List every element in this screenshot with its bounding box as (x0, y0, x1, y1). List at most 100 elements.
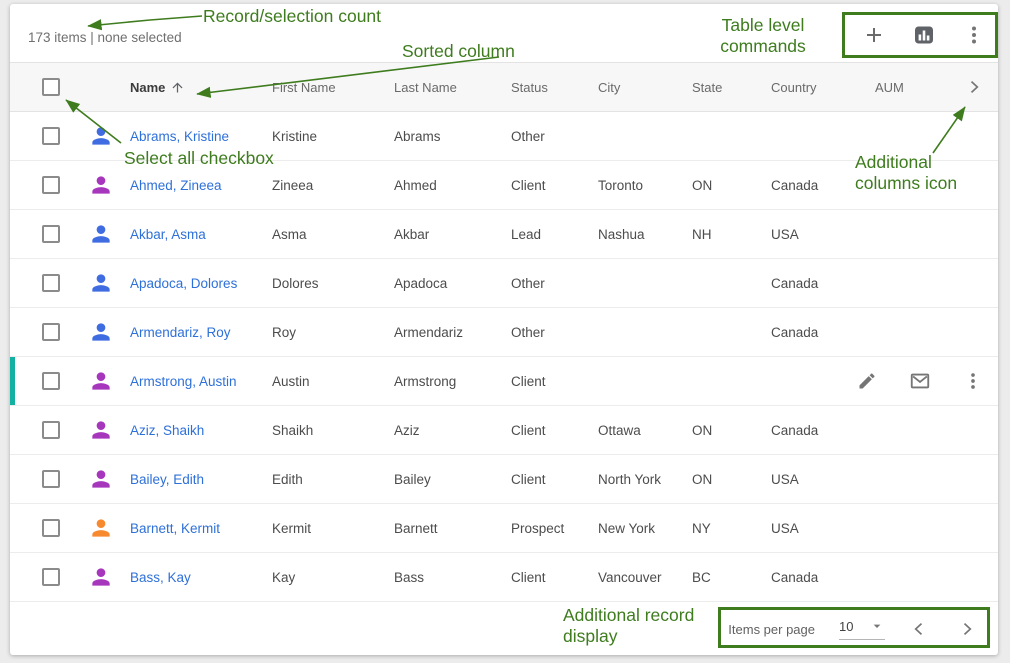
person-avatar-icon (88, 368, 114, 394)
cell-status: Client (511, 374, 598, 389)
row-checkbox[interactable] (42, 274, 60, 292)
column-header-aum[interactable]: AUM (875, 80, 962, 95)
cell-country: Canada (771, 325, 875, 340)
sort-ascending-icon (170, 80, 185, 95)
table-row[interactable]: Aziz, Shaikh Shaikh Aziz Client Ottawa O… (10, 406, 998, 455)
column-header-city[interactable]: City (598, 80, 692, 95)
table-row[interactable]: Armendariz, Roy Roy Armendariz Other Can… (10, 308, 998, 357)
cell-country: Canada (771, 570, 875, 585)
cell-country: USA (771, 227, 875, 242)
column-header-state[interactable]: State (692, 80, 771, 95)
more-vert-icon[interactable] (962, 23, 986, 47)
table-level-commands (862, 23, 986, 47)
previous-page-button[interactable] (907, 617, 931, 641)
cell-city: New York (598, 521, 692, 536)
cell-first-name: Shaikh (272, 423, 394, 438)
cell-first-name: Edith (272, 472, 394, 487)
person-avatar-icon (88, 515, 114, 541)
bar-chart-icon[interactable] (912, 23, 936, 47)
row-checkbox[interactable] (42, 127, 60, 145)
cell-city: Ottawa (598, 423, 692, 438)
contact-name-link[interactable]: Ahmed, Zineea (130, 178, 272, 193)
row-checkbox[interactable] (42, 225, 60, 243)
select-all-checkbox[interactable] (42, 78, 60, 96)
person-avatar-icon (88, 123, 114, 149)
add-icon[interactable] (862, 23, 886, 47)
cell-last-name: Armstrong (394, 374, 511, 389)
cell-status: Other (511, 276, 598, 291)
cell-status: Client (511, 423, 598, 438)
contact-name-link[interactable]: Apadoca, Dolores (130, 276, 272, 291)
row-checkbox[interactable] (42, 519, 60, 537)
row-checkbox[interactable] (42, 323, 60, 341)
cell-state: ON (692, 178, 771, 193)
contact-name-link[interactable]: Aziz, Shaikh (130, 423, 272, 438)
cell-status: Prospect (511, 521, 598, 536)
cell-last-name: Abrams (394, 129, 511, 144)
table-row[interactable]: Bailey, Edith Edith Bailey Client North … (10, 455, 998, 504)
additional-columns-chevron-icon[interactable] (962, 75, 998, 99)
row-checkbox[interactable] (42, 176, 60, 194)
cell-first-name: Austin (272, 374, 394, 389)
cell-state: NH (692, 227, 771, 242)
person-avatar-icon (88, 417, 114, 443)
annotation-table-commands: Table level commands (718, 15, 808, 57)
row-checkbox[interactable] (42, 421, 60, 439)
cell-country: Canada (771, 423, 875, 438)
cell-status: Client (511, 178, 598, 193)
cell-country: USA (771, 472, 875, 487)
table-row-selected[interactable]: Armstrong, Austin Austin Armstrong Clien… (10, 357, 998, 406)
column-header-first-name[interactable]: First Name (272, 80, 394, 95)
mail-icon[interactable] (908, 369, 932, 393)
selected-row-accent-bar (10, 357, 15, 405)
person-avatar-icon (88, 466, 114, 492)
cell-status: Other (511, 325, 598, 340)
contact-name-link[interactable]: Armstrong, Austin (130, 374, 272, 389)
column-header-status[interactable]: Status (511, 80, 598, 95)
cell-state: ON (692, 423, 771, 438)
cell-city: Toronto (598, 178, 692, 193)
column-header-last-name[interactable]: Last Name (394, 80, 511, 95)
cell-status: Client (511, 570, 598, 585)
row-checkbox[interactable] (42, 568, 60, 586)
edit-icon[interactable] (855, 369, 879, 393)
cell-last-name: Apadoca (394, 276, 511, 291)
annotation-sorted-column: Sorted column (402, 41, 515, 62)
cell-state: NY (692, 521, 771, 536)
contact-name-link[interactable]: Barnett, Kermit (130, 521, 272, 536)
column-header-name[interactable]: Name (130, 80, 272, 95)
row-checkbox[interactable] (42, 470, 60, 488)
contact-name-link[interactable]: Abrams, Kristine (130, 129, 272, 144)
caret-down-icon (869, 618, 885, 634)
contact-name-link[interactable]: Armendariz, Roy (130, 325, 272, 340)
annotation-additional-columns: Additional columns icon (855, 152, 973, 194)
table-row[interactable]: Bass, Kay Kay Bass Client Vancouver BC C… (10, 553, 998, 602)
table-row[interactable]: Apadoca, Dolores Dolores Apadoca Other C… (10, 259, 998, 308)
more-vert-icon[interactable] (961, 369, 985, 393)
table-body: Abrams, Kristine Kristine Abrams Other A… (10, 112, 998, 602)
cell-state: BC (692, 570, 771, 585)
contact-name-link[interactable]: Bass, Kay (130, 570, 272, 585)
table-row[interactable]: Barnett, Kermit Kermit Barnett Prospect … (10, 504, 998, 553)
cell-last-name: Aziz (394, 423, 511, 438)
person-avatar-icon (88, 319, 114, 345)
items-per-page-select[interactable]: 10 (839, 618, 885, 640)
table-header-row: Name First Name Last Name Status City St… (10, 62, 998, 112)
contact-name-link[interactable]: Akbar, Asma (130, 227, 272, 242)
row-checkbox[interactable] (42, 372, 60, 390)
cell-last-name: Ahmed (394, 178, 511, 193)
column-header-country[interactable]: Country (771, 80, 875, 95)
items-per-page-label: Items per page (728, 622, 815, 637)
cell-state: ON (692, 472, 771, 487)
cell-first-name: Kay (272, 570, 394, 585)
items-per-page-value: 10 (839, 619, 853, 634)
contact-name-link[interactable]: Bailey, Edith (130, 472, 272, 487)
cell-first-name: Dolores (272, 276, 394, 291)
cell-country: Canada (771, 276, 875, 291)
cell-status: Client (511, 472, 598, 487)
chevron-left-icon (909, 619, 929, 639)
next-page-button[interactable] (955, 617, 979, 641)
cell-last-name: Akbar (394, 227, 511, 242)
table-row[interactable]: Akbar, Asma Asma Akbar Lead Nashua NH US… (10, 210, 998, 259)
annotation-additional-record: Additional record display (563, 605, 718, 647)
